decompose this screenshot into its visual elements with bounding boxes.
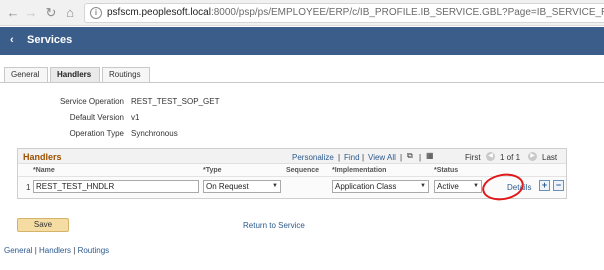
implementation-select[interactable]: Application Class ▼ bbox=[332, 180, 429, 193]
footer-link-handlers[interactable]: Handlers bbox=[39, 246, 71, 255]
dropdown-arrow-icon: ▼ bbox=[473, 183, 479, 189]
status-value: Active bbox=[437, 182, 459, 191]
service-operation-value: REST_TEST_SOP_GET bbox=[131, 97, 220, 106]
reload-icon[interactable]: ↻ bbox=[42, 4, 60, 22]
url-host: psfscm.peoplesoft.local bbox=[107, 7, 211, 18]
return-to-service-link[interactable]: Return to Service bbox=[243, 221, 305, 230]
zoom-grid-icon[interactable]: ⧉ bbox=[407, 151, 413, 161]
column-header-status: *Status bbox=[434, 167, 459, 174]
handler-type-select[interactable]: On Request ▼ bbox=[203, 180, 281, 193]
personalize-link[interactable]: Personalize bbox=[292, 153, 334, 162]
find-link[interactable]: Find bbox=[344, 153, 360, 162]
page-banner: ‹ Services bbox=[0, 27, 604, 55]
default-version-value: v1 bbox=[131, 113, 140, 122]
page-title: Services bbox=[27, 34, 73, 46]
column-header-name: *Name bbox=[33, 167, 55, 174]
status-select[interactable]: Active ▼ bbox=[434, 180, 482, 193]
browser-toolbar: ← → ↻ ⌂ i psfscm.peoplesoft.local:8000/p… bbox=[0, 0, 604, 26]
operation-type-value: Synchronous bbox=[131, 129, 178, 138]
address-bar[interactable]: i psfscm.peoplesoft.local:8000/psp/ps/EM… bbox=[84, 3, 604, 23]
dropdown-arrow-icon: ▼ bbox=[420, 183, 426, 189]
column-header-sequence: Sequence bbox=[286, 167, 320, 174]
service-operation-label: Service Operation bbox=[59, 97, 124, 106]
separator: | bbox=[338, 153, 341, 162]
tab-handlers[interactable]: Handlers bbox=[50, 67, 100, 83]
last-label[interactable]: Last bbox=[542, 153, 557, 162]
dropdown-arrow-icon: ▼ bbox=[272, 183, 278, 189]
tab-routings[interactable]: Routings bbox=[102, 67, 150, 83]
chevron-left-icon[interactable]: ‹ bbox=[10, 34, 14, 46]
separator: | bbox=[400, 153, 403, 162]
next-icon[interactable]: ▶ bbox=[528, 152, 537, 161]
column-header-implementation: *Implementation bbox=[332, 167, 387, 174]
row-range: 1 of 1 bbox=[500, 153, 521, 162]
tab-general[interactable]: General bbox=[4, 67, 48, 83]
operation-type-label: Operation Type bbox=[69, 129, 124, 138]
save-button[interactable]: Save bbox=[17, 218, 69, 232]
row-divider bbox=[18, 176, 566, 177]
column-header-type: *Type bbox=[203, 167, 222, 174]
first-label[interactable]: First bbox=[465, 153, 481, 162]
grid-title: Handlers bbox=[23, 152, 62, 162]
view-all-link[interactable]: View All bbox=[368, 153, 396, 162]
footer-link-routings[interactable]: Routings bbox=[78, 246, 110, 255]
handler-name-input[interactable]: REST_TEST_HNDLR bbox=[33, 180, 199, 193]
implementation-value: Application Class bbox=[335, 182, 397, 191]
handler-type-value: On Request bbox=[206, 182, 249, 191]
info-icon[interactable]: i bbox=[90, 7, 102, 19]
default-version-label: Default Version bbox=[69, 113, 124, 122]
previous-icon[interactable]: ◀ bbox=[486, 152, 495, 161]
separator: | bbox=[362, 153, 365, 162]
forward-arrow-icon[interactable]: → bbox=[22, 4, 40, 22]
home-icon[interactable]: ⌂ bbox=[61, 4, 79, 22]
delete-row-button[interactable]: − bbox=[553, 180, 564, 191]
download-icon[interactable]: ▦ bbox=[426, 151, 434, 160]
footer-tab-links: General | Handlers | Routings bbox=[4, 246, 109, 255]
grid-header: Handlers Personalize | Find | View All |… bbox=[18, 149, 566, 164]
footer-link-general[interactable]: General bbox=[4, 246, 32, 255]
url-path: :8000/psp/ps/EMPLOYEE/ERP/c/IB_PROFILE.I… bbox=[210, 7, 604, 18]
row-number: 1 bbox=[26, 183, 31, 192]
back-arrow-icon[interactable]: ← bbox=[4, 4, 22, 22]
tab-divider bbox=[0, 82, 604, 83]
add-row-button[interactable]: + bbox=[539, 180, 550, 191]
separator: | bbox=[419, 153, 422, 162]
